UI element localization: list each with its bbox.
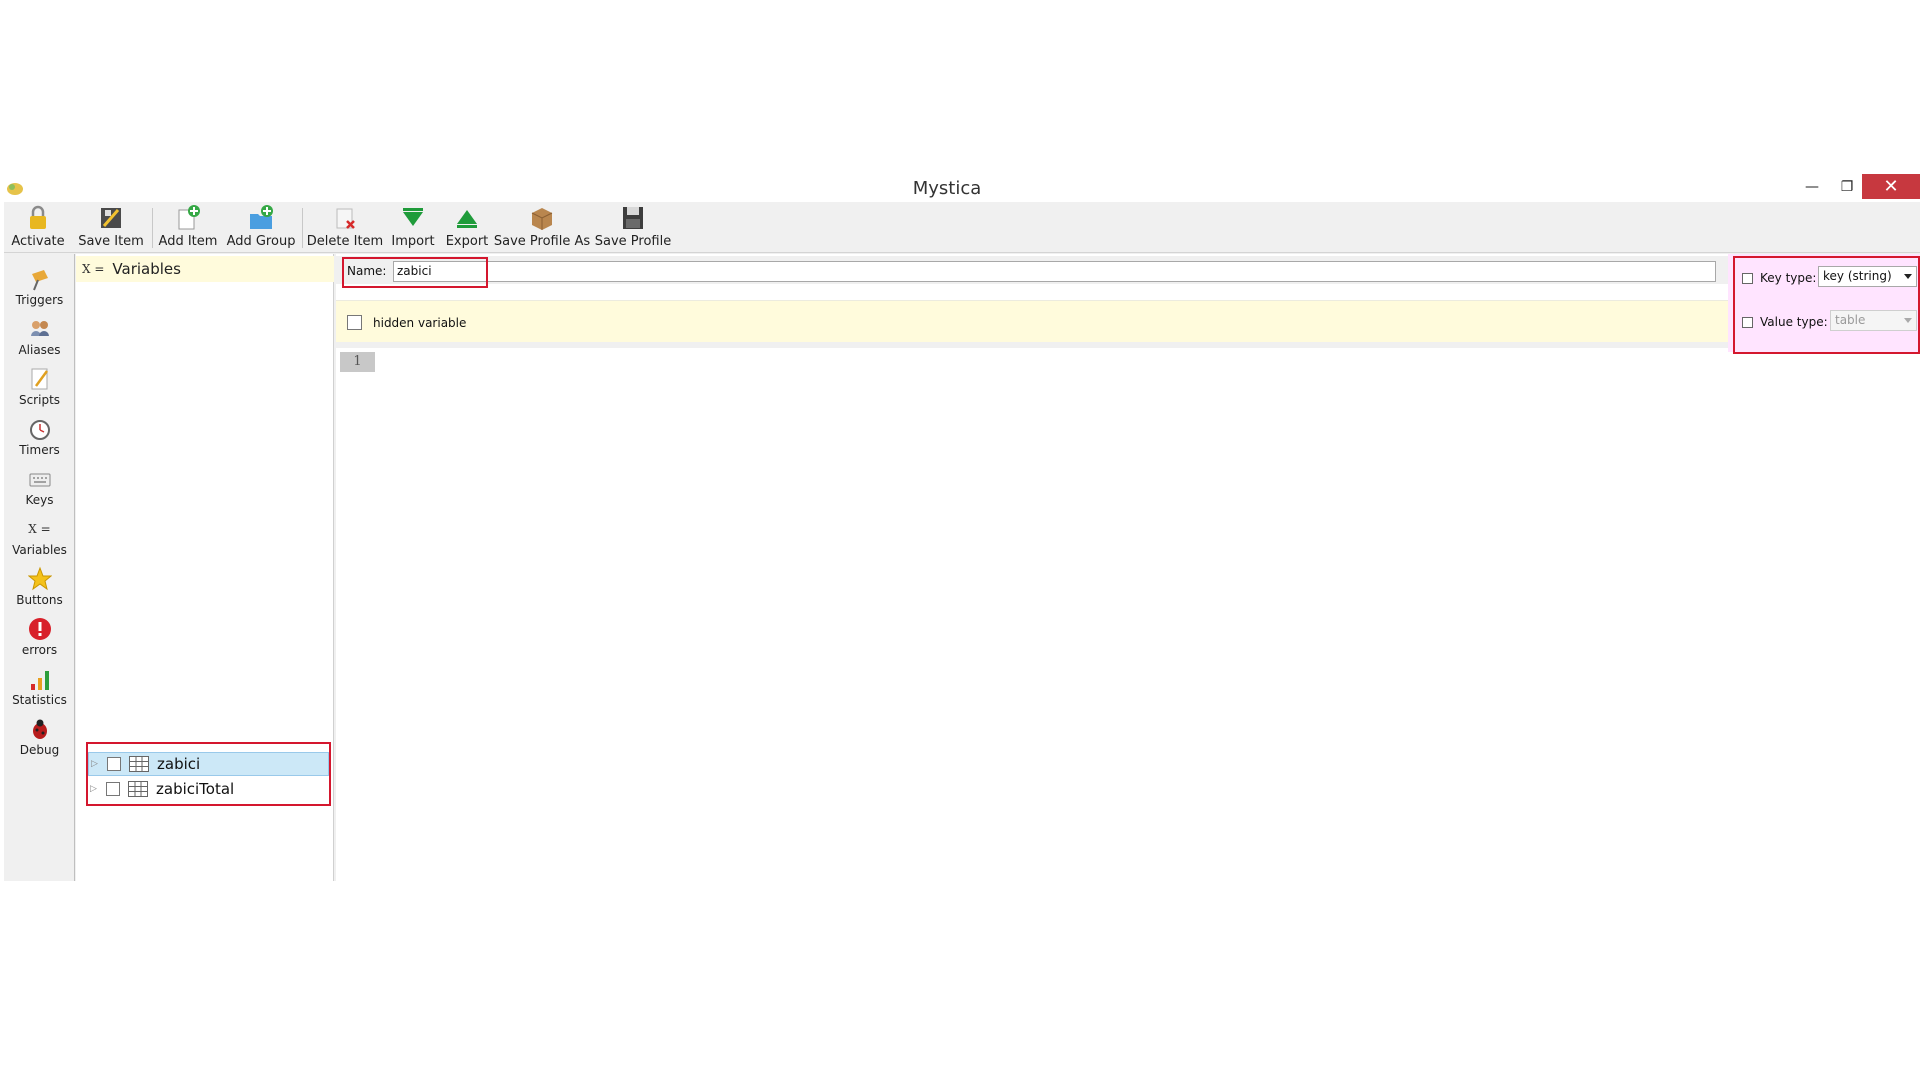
floppy-disk-icon (623, 207, 643, 229)
aliases-icon (30, 321, 49, 336)
name-bar: Name: zabici (336, 256, 1728, 288)
left-navigation: Triggers Aliases Scripts Timers Keys X =… (4, 254, 75, 881)
close-icon: ✕ (1883, 176, 1899, 197)
nav-buttons-label: Buttons (16, 593, 63, 607)
tree-header-label: Variables (112, 260, 181, 278)
error-exclamation-icon (28, 618, 51, 640)
editor-area: Name: zabici hidden variable 1 Key type:… (336, 254, 1920, 881)
editor-separator (336, 342, 1728, 348)
delete-item-button[interactable]: Delete Item (306, 204, 384, 252)
window-title: Mystica (912, 178, 982, 199)
hidden-variable-label: hidden variable (373, 316, 467, 330)
nav-statistics-label: Statistics (12, 693, 67, 707)
line-number: 1 (340, 352, 375, 372)
import-arrow-down-icon (403, 208, 423, 226)
save-profile-button[interactable]: Save Profile (594, 204, 672, 252)
bar-chart-icon (30, 671, 49, 690)
ladybug-icon (32, 719, 47, 739)
nav-timers[interactable]: Timers (4, 416, 75, 464)
nav-timers-label: Timers (19, 443, 60, 457)
activate-button[interactable]: Activate (11, 204, 65, 252)
export-label: Export (445, 234, 489, 249)
triggers-icon (31, 270, 48, 291)
nav-scripts[interactable]: Scripts (4, 366, 75, 414)
nav-keys-label: Keys (25, 493, 54, 507)
nav-scripts-label: Scripts (18, 393, 61, 407)
scripts-icon (31, 368, 48, 390)
star-icon (27, 566, 52, 591)
activate-label: Activate (11, 234, 65, 249)
nav-errors-label: errors (21, 643, 58, 657)
save-item-icon (101, 208, 121, 228)
minimize-icon: — (1805, 178, 1819, 195)
delete-item-label: Delete Item (306, 234, 384, 249)
mudlet-window: Mystica — ❐ ✕ Activate Save Item Add Ite… (4, 174, 1920, 881)
variables-glyph-icon: X = (28, 522, 51, 536)
keyboard-icon (29, 473, 50, 487)
delete-item-icon (336, 208, 355, 229)
export-button[interactable]: Export (444, 204, 490, 252)
add-group-label: Add Group (226, 234, 296, 249)
title-bar: Mystica — ❐ ✕ (4, 174, 1920, 202)
tree-header: X = Variables (76, 256, 334, 282)
name-input[interactable]: zabici (393, 261, 1716, 282)
nav-debug[interactable]: Debug (4, 716, 75, 764)
tree-highlight-box (86, 742, 331, 806)
nav-triggers[interactable]: Triggers (4, 266, 75, 314)
add-group-icon (250, 205, 273, 229)
nav-triggers-label: Triggers (15, 293, 64, 307)
hidden-variable-checkbox[interactable] (347, 315, 362, 330)
save-profile-as-label: Save Profile As (493, 234, 591, 249)
nav-keys[interactable]: Keys (4, 466, 75, 514)
name-highlight-box (342, 257, 488, 288)
timer-clock-icon (29, 420, 50, 440)
add-item-button[interactable]: Add Item (158, 204, 218, 252)
nav-errors[interactable]: errors (4, 616, 75, 664)
import-label: Import (391, 234, 435, 249)
nav-buttons[interactable]: Buttons (4, 566, 75, 614)
close-button[interactable]: ✕ (1862, 174, 1920, 199)
nav-aliases-label: Aliases (18, 343, 61, 357)
hidden-variable-bar: hidden variable (336, 300, 1728, 342)
lock-icon (30, 205, 46, 229)
nav-variables[interactable]: X = Variables (4, 516, 75, 564)
nav-debug-label: Debug (19, 743, 60, 757)
package-box-icon (531, 208, 553, 230)
nav-variables-label: Variables (12, 543, 67, 557)
variables-header-icon: X = (82, 262, 105, 276)
save-profile-as-button[interactable]: Save Profile As (494, 204, 590, 252)
variables-tree: X = Variables ▷ zabici ▷ zabiciTotal (76, 254, 334, 881)
type-panel: Key type: key (string) Value type: table (1728, 254, 1920, 354)
save-item-button[interactable]: Save Item (78, 204, 144, 252)
add-group-button[interactable]: Add Group (226, 204, 296, 252)
toolbar: Activate Save Item Add Item Add Group De… (4, 202, 1920, 253)
type-highlight-box (1733, 256, 1920, 354)
maximize-icon: ❐ (1840, 178, 1854, 195)
toolbar-separator (152, 208, 153, 248)
import-button[interactable]: Import (390, 204, 436, 252)
toolbar-separator (302, 208, 303, 248)
nav-aliases[interactable]: Aliases (4, 316, 75, 364)
save-profile-label: Save Profile (594, 234, 672, 249)
nav-statistics[interactable]: Statistics (4, 666, 75, 714)
add-item-label: Add Item (158, 234, 218, 249)
export-arrow-up-icon (457, 210, 477, 228)
add-item-icon (178, 205, 200, 230)
save-item-label: Save Item (78, 234, 144, 249)
